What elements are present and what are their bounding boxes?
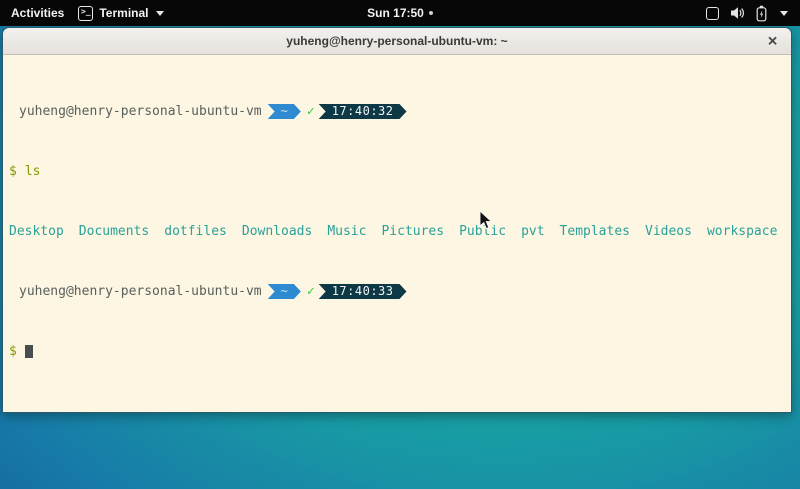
directory-entry: Pictures: [381, 224, 444, 239]
user-host-label: yuheng@henry-personal-ubuntu-vm: [19, 104, 262, 119]
directory-entry: workspace: [707, 224, 777, 239]
directory-entry: Videos: [645, 224, 692, 239]
battery-charging-icon: [756, 5, 767, 22]
prompt-symbol: $: [9, 344, 17, 359]
window-titlebar[interactable]: yuheng@henry-personal-ubuntu-vm: ~ ✕: [3, 28, 791, 55]
directory-entry: Desktop: [9, 224, 64, 239]
window-title: yuheng@henry-personal-ubuntu-vm: ~: [286, 34, 507, 48]
chevron-down-icon: [780, 11, 788, 16]
prompt-line: yuheng@henry-personal-ubuntu-vm ~ ✓ 17:4…: [9, 104, 787, 119]
directory-entry: Public: [459, 224, 506, 239]
time-segment: 17:40:32: [319, 104, 407, 119]
notification-dot-icon: [429, 11, 433, 15]
text-cursor: [25, 345, 33, 358]
app-menu-label: Terminal: [99, 6, 148, 20]
activities-button[interactable]: Activities: [11, 6, 64, 20]
status-check-icon: ✓: [307, 284, 315, 299]
terminal-content[interactable]: yuheng@henry-personal-ubuntu-vm ~ ✓ 17:4…: [3, 55, 791, 413]
gnome-top-bar: Activities >_ Terminal Sun 17:50: [0, 0, 800, 26]
command-line: $: [9, 344, 787, 359]
directory-entry: Documents: [79, 224, 149, 239]
system-status-area[interactable]: [706, 5, 800, 22]
directory-entry: Music: [327, 224, 366, 239]
ls-output-line: Desktop Documents dotfiles Downloads Mus…: [9, 224, 787, 239]
cwd-segment: ~: [268, 104, 301, 119]
terminal-window: yuheng@henry-personal-ubuntu-vm: ~ ✕ yuh…: [2, 27, 792, 413]
status-check-icon: ✓: [307, 104, 315, 119]
directory-entry: dotfiles: [164, 224, 227, 239]
directory-entry: pvt: [521, 224, 544, 239]
app-menu-terminal[interactable]: >_ Terminal: [78, 6, 164, 21]
clock-label[interactable]: Sun 17:50: [367, 6, 424, 20]
user-host-label: yuheng@henry-personal-ubuntu-vm: [19, 284, 262, 299]
display-icon: [706, 7, 719, 20]
command-line: $ ls: [9, 164, 787, 179]
time-segment: 17:40:33: [319, 284, 407, 299]
directory-entry: Downloads: [242, 224, 312, 239]
cwd-segment: ~: [268, 284, 301, 299]
terminal-app-icon: >_: [78, 6, 93, 21]
volume-icon: [730, 6, 745, 20]
close-icon[interactable]: ✕: [767, 35, 778, 48]
typed-command: ls: [25, 164, 41, 179]
chevron-down-icon: [156, 11, 164, 16]
directory-entry: Templates: [560, 224, 630, 239]
prompt-line: yuheng@henry-personal-ubuntu-vm ~ ✓ 17:4…: [9, 284, 787, 299]
prompt-symbol: $: [9, 164, 17, 179]
